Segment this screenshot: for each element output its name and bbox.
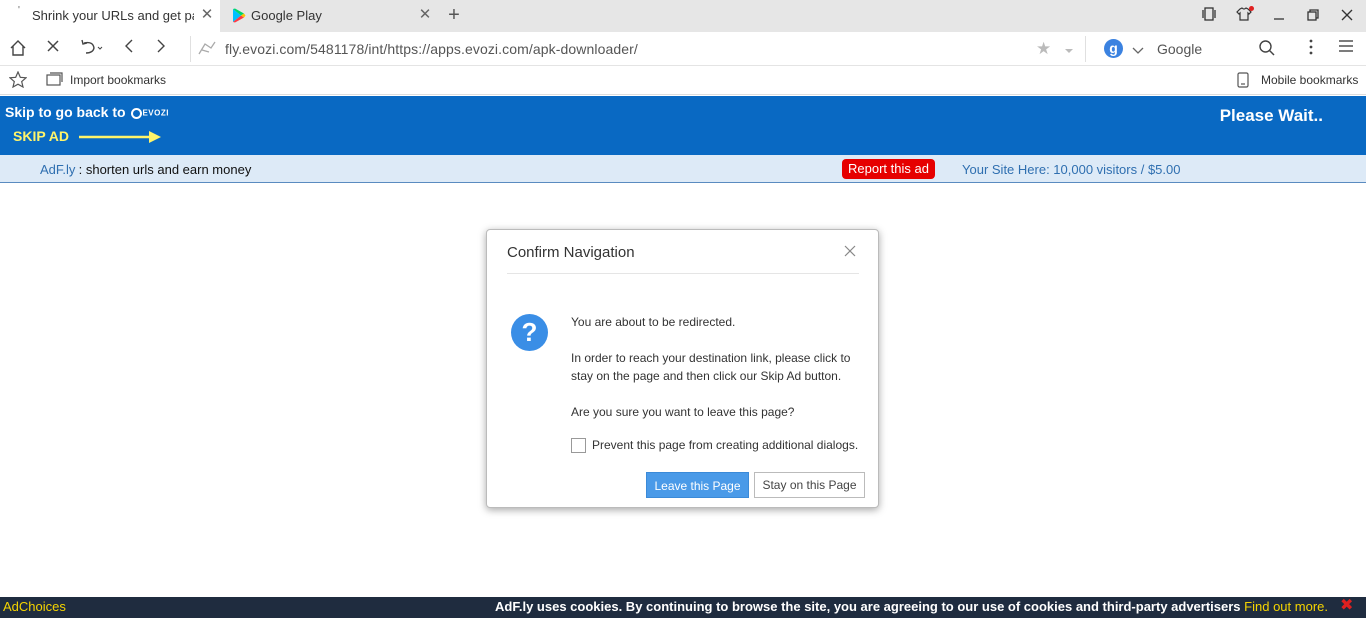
stop-icon[interactable] <box>43 39 63 59</box>
stay-page-button[interactable]: Stay on this Page <box>754 472 865 498</box>
evozi-logo: EVOZI <box>131 107 169 119</box>
prevent-dialogs-label[interactable]: Prevent this page from creating addition… <box>592 436 872 454</box>
dialog-message-2: In order to reach your destination link,… <box>571 351 851 383</box>
star-icon[interactable] <box>8 70 28 91</box>
arrow-right-icon <box>78 131 161 144</box>
dialog-message-1: You are about to be redirected. <box>571 315 736 329</box>
find-out-more-link[interactable]: Find out more. <box>1244 599 1328 614</box>
import-bookmarks-label: Import bookmarks <box>70 73 167 87</box>
search-icon[interactable] <box>1257 39 1277 59</box>
new-tab-button[interactable]: + <box>444 5 464 25</box>
close-tab-icon[interactable]: ✕ <box>418 7 432 22</box>
forward-icon[interactable] <box>151 39 171 59</box>
dialog-divider <box>507 273 859 274</box>
mobile-bookmarks-label: Mobile bookmarks <box>1261 73 1359 87</box>
prevent-dialogs-checkbox[interactable] <box>571 438 586 453</box>
leave-page-button[interactable]: Leave this Page <box>646 472 749 498</box>
dialog-message-3: Are you sure you want to leave this page… <box>571 405 795 419</box>
your-site-link[interactable]: Your Site Here: 10,000 visitors / $5.00 <box>962 162 1180 177</box>
side-panel-icon[interactable] <box>1199 6 1219 26</box>
tab-title: Shrink your URLs and get paid! <box>32 8 194 23</box>
close-tab-icon[interactable]: ✕ <box>200 7 214 22</box>
skip-back-label: Skip to go back to <box>5 104 126 120</box>
evozi-logo-icon <box>131 107 143 119</box>
search-engine-selector[interactable]: g <box>1104 39 1148 59</box>
more-options-icon[interactable] <box>1301 39 1321 59</box>
skip-ad-button[interactable]: SKIP AD <box>13 128 163 144</box>
tab-title: Google Play <box>251 8 322 23</box>
import-icon <box>46 72 63 90</box>
adfly-info-bar: AdF.ly : shorten urls and earn money Rep… <box>0 155 1366 183</box>
google-play-icon <box>233 8 246 23</box>
report-ad-button[interactable]: Report this ad <box>842 159 935 179</box>
dialog-title: Confirm Navigation <box>507 244 635 261</box>
skip-ad-label: SKIP AD <box>13 128 70 144</box>
back-icon[interactable] <box>119 39 139 59</box>
loading-indicator-icon: ' <box>18 5 20 16</box>
url-text[interactable]: fly.evozi.com/5481178/int/https://apps.e… <box>225 41 638 57</box>
search-input[interactable]: Google <box>1157 41 1202 57</box>
tab-adfly[interactable]: ' Shrink your URLs and get paid! ✕ <box>0 0 220 32</box>
cookie-footer: AdChoices AdF.ly uses cookies. By contin… <box>0 597 1366 618</box>
mobile-icon <box>1237 72 1249 91</box>
skip-back-link[interactable]: Skip to go back to EVOZI <box>5 104 169 120</box>
cookie-notice: AdF.ly uses cookies. By continuing to br… <box>495 599 1328 614</box>
notification-dot <box>1249 6 1254 11</box>
address-bar[interactable]: fly.evozi.com/5481178/int/https://apps.e… <box>190 36 1086 62</box>
google-icon: g <box>1104 39 1123 58</box>
please-wait-text: Please Wait.. <box>1219 106 1323 125</box>
adfly-link[interactable]: AdF.ly <box>40 162 75 177</box>
tab-strip: ' Shrink your URLs and get paid! ✕ Googl… <box>0 0 1366 32</box>
adfly-banner: Skip to go back to EVOZI SKIP AD Please … <box>0 96 1366 155</box>
site-info-icon[interactable] <box>197 40 217 59</box>
bookmark-star-icon[interactable]: ★ <box>1036 39 1051 59</box>
menu-icon[interactable] <box>1336 39 1356 59</box>
confirm-navigation-dialog: Confirm Navigation ? You are about to be… <box>486 229 879 508</box>
bookmarks-bar: Import bookmarks Mobile bookmarks <box>0 66 1366 95</box>
chevron-down-icon[interactable] <box>1064 43 1074 58</box>
mobile-bookmarks-button[interactable]: Mobile bookmarks <box>1237 71 1363 89</box>
adfly-tagline: : shorten urls and earn money <box>75 162 252 177</box>
undo-close-tab-icon[interactable] <box>78 39 106 59</box>
restore-button[interactable] <box>1303 6 1323 26</box>
navigation-bar: fly.evozi.com/5481178/int/https://apps.e… <box>0 32 1366 66</box>
chevron-down-icon <box>1132 43 1144 58</box>
home-icon[interactable] <box>8 39 28 59</box>
minimize-button[interactable] <box>1269 6 1289 26</box>
close-cookie-icon[interactable]: ✖ <box>1340 598 1354 614</box>
question-icon: ? <box>511 314 548 351</box>
dialog-close-icon[interactable] <box>844 245 856 260</box>
skin-icon[interactable] <box>1234 6 1254 26</box>
cookie-notice-text: AdF.ly uses cookies. By continuing to br… <box>495 599 1241 614</box>
close-window-button[interactable] <box>1337 6 1357 26</box>
tab-google-play[interactable]: Google Play ✕ <box>220 0 438 32</box>
adchoices-link[interactable]: AdChoices <box>3 599 66 614</box>
